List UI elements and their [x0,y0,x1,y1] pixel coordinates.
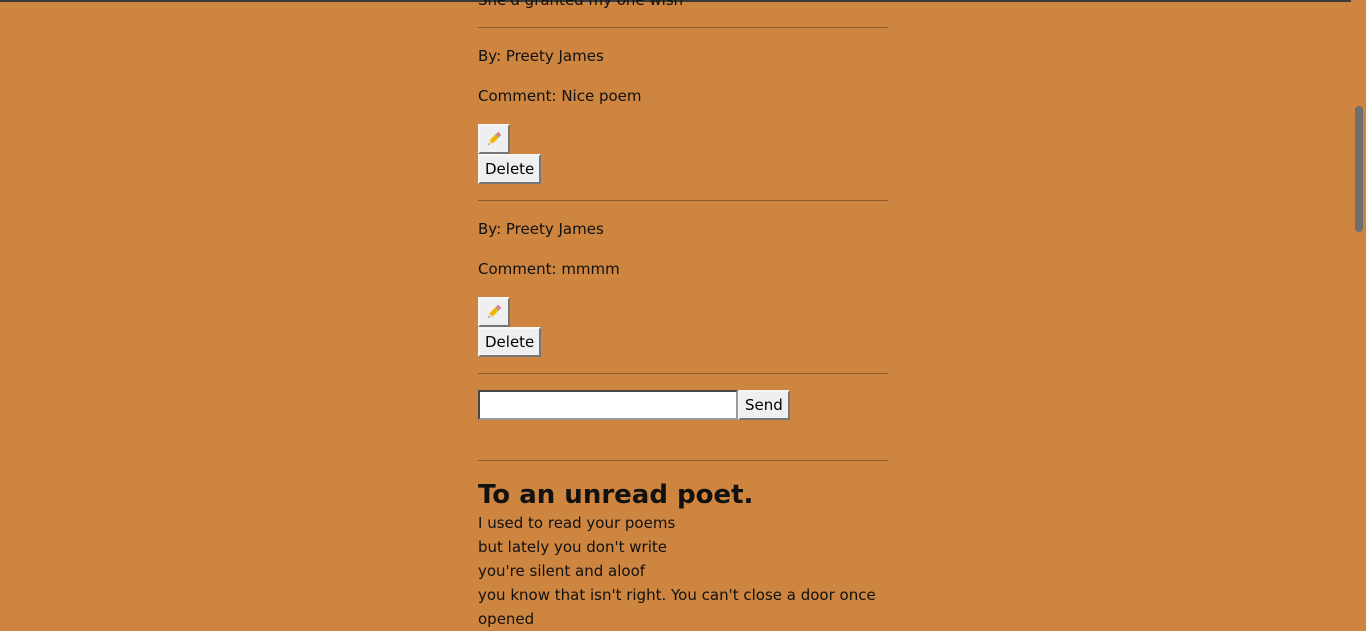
edit-comment-button[interactable] [478,124,510,154]
delete-comment-button[interactable]: Delete [478,154,542,184]
delete-comment-button[interactable]: Delete [478,327,542,357]
poem-line: I used to read your poems [478,514,676,532]
pencil-icon [488,131,502,145]
divider [478,200,888,201]
comment-text: Comment: Nice poem [478,87,642,105]
pencil-icon [488,304,502,318]
comment-text: Comment: mmmm [478,260,620,278]
vertical-scrollbar[interactable] [1351,0,1366,629]
comment-input[interactable] [478,390,738,420]
divider [478,460,888,461]
divider [478,27,888,28]
poem-line: you know that isn't right. You can't clo… [478,586,876,628]
comment-author: By: Preety James [478,220,604,238]
comment-author: By: Preety James [478,47,604,65]
edit-comment-button[interactable] [478,297,510,327]
divider [478,373,888,374]
scrollbar-thumb[interactable] [1355,106,1363,232]
poem-title: To an unread poet. [478,480,754,510]
poem-line: but lately you don't write [478,538,667,556]
poem-line: you're silent and aloof [478,562,646,580]
poem-body: I used to read your poems but lately you… [478,511,888,631]
send-button[interactable]: Send [738,390,790,420]
previous-poem-last-line: She'd granted my one wish [478,0,684,9]
